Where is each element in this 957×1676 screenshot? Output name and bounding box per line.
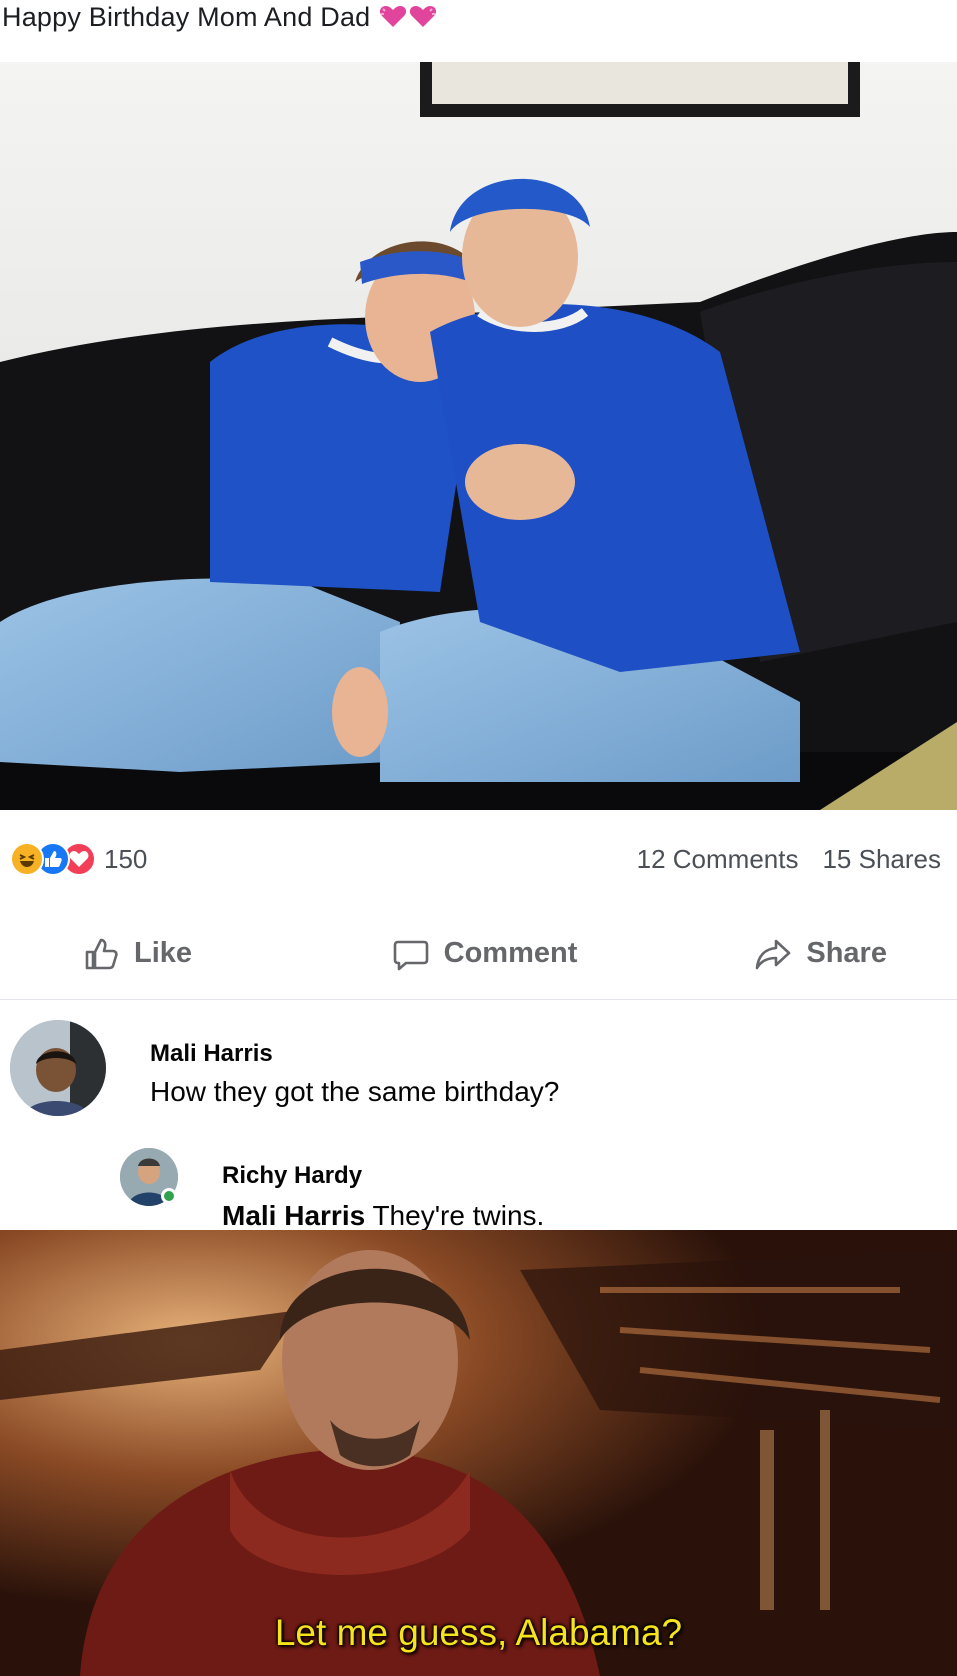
comment-item: Mali Harris How they got the same birthd… xyxy=(0,1010,957,1130)
reply-mention[interactable]: Mali Harris xyxy=(222,1200,365,1231)
post-caption: Happy Birthday Mom And Dad xyxy=(2,2,371,32)
meme-image: Let me guess, Alabama? xyxy=(0,1230,957,1676)
post-action-bar: Like Comment Share xyxy=(0,908,957,1000)
sparkling-heart-icon xyxy=(378,3,438,29)
comment-author[interactable]: Mali Harris xyxy=(150,1040,273,1068)
reply-text: Mali Harris They're twins. xyxy=(222,1200,544,1232)
post-stats: 150 12 Comments 15 Shares xyxy=(0,810,957,908)
shares-count-link[interactable]: 15 Shares xyxy=(822,844,941,875)
share-arrow-icon xyxy=(756,939,791,969)
share-label: Share xyxy=(806,937,887,969)
comment-button[interactable]: Comment xyxy=(350,908,618,999)
post-photo[interactable] xyxy=(0,62,957,810)
thumbs-up-icon xyxy=(85,938,118,969)
reply-body: They're twins. xyxy=(372,1200,545,1231)
reply-item: Richy Hardy Mali Harris They're twins. xyxy=(0,1140,957,1232)
haha-icon xyxy=(10,842,44,876)
share-button[interactable]: Share xyxy=(619,908,957,999)
comment-label: Comment xyxy=(443,937,578,969)
reaction-summary[interactable]: 150 xyxy=(10,842,147,876)
post-caption-bar: Happy Birthday Mom And Dad xyxy=(0,0,957,62)
avatar[interactable] xyxy=(10,1020,106,1116)
online-status-indicator xyxy=(161,1188,177,1204)
like-button[interactable]: Like xyxy=(0,908,350,999)
reply-author[interactable]: Richy Hardy xyxy=(222,1162,362,1190)
comment-text: How they got the same birthday? xyxy=(150,1076,560,1107)
engagement-counts: 12 Comments 15 Shares xyxy=(637,844,941,875)
like-label: Like xyxy=(134,937,193,969)
comments-count-link[interactable]: 12 Comments xyxy=(637,844,799,875)
comment-bubble-icon xyxy=(393,940,428,970)
reaction-count: 150 xyxy=(104,843,148,874)
meme-subtitle: Let me guess, Alabama? xyxy=(274,1612,683,1653)
